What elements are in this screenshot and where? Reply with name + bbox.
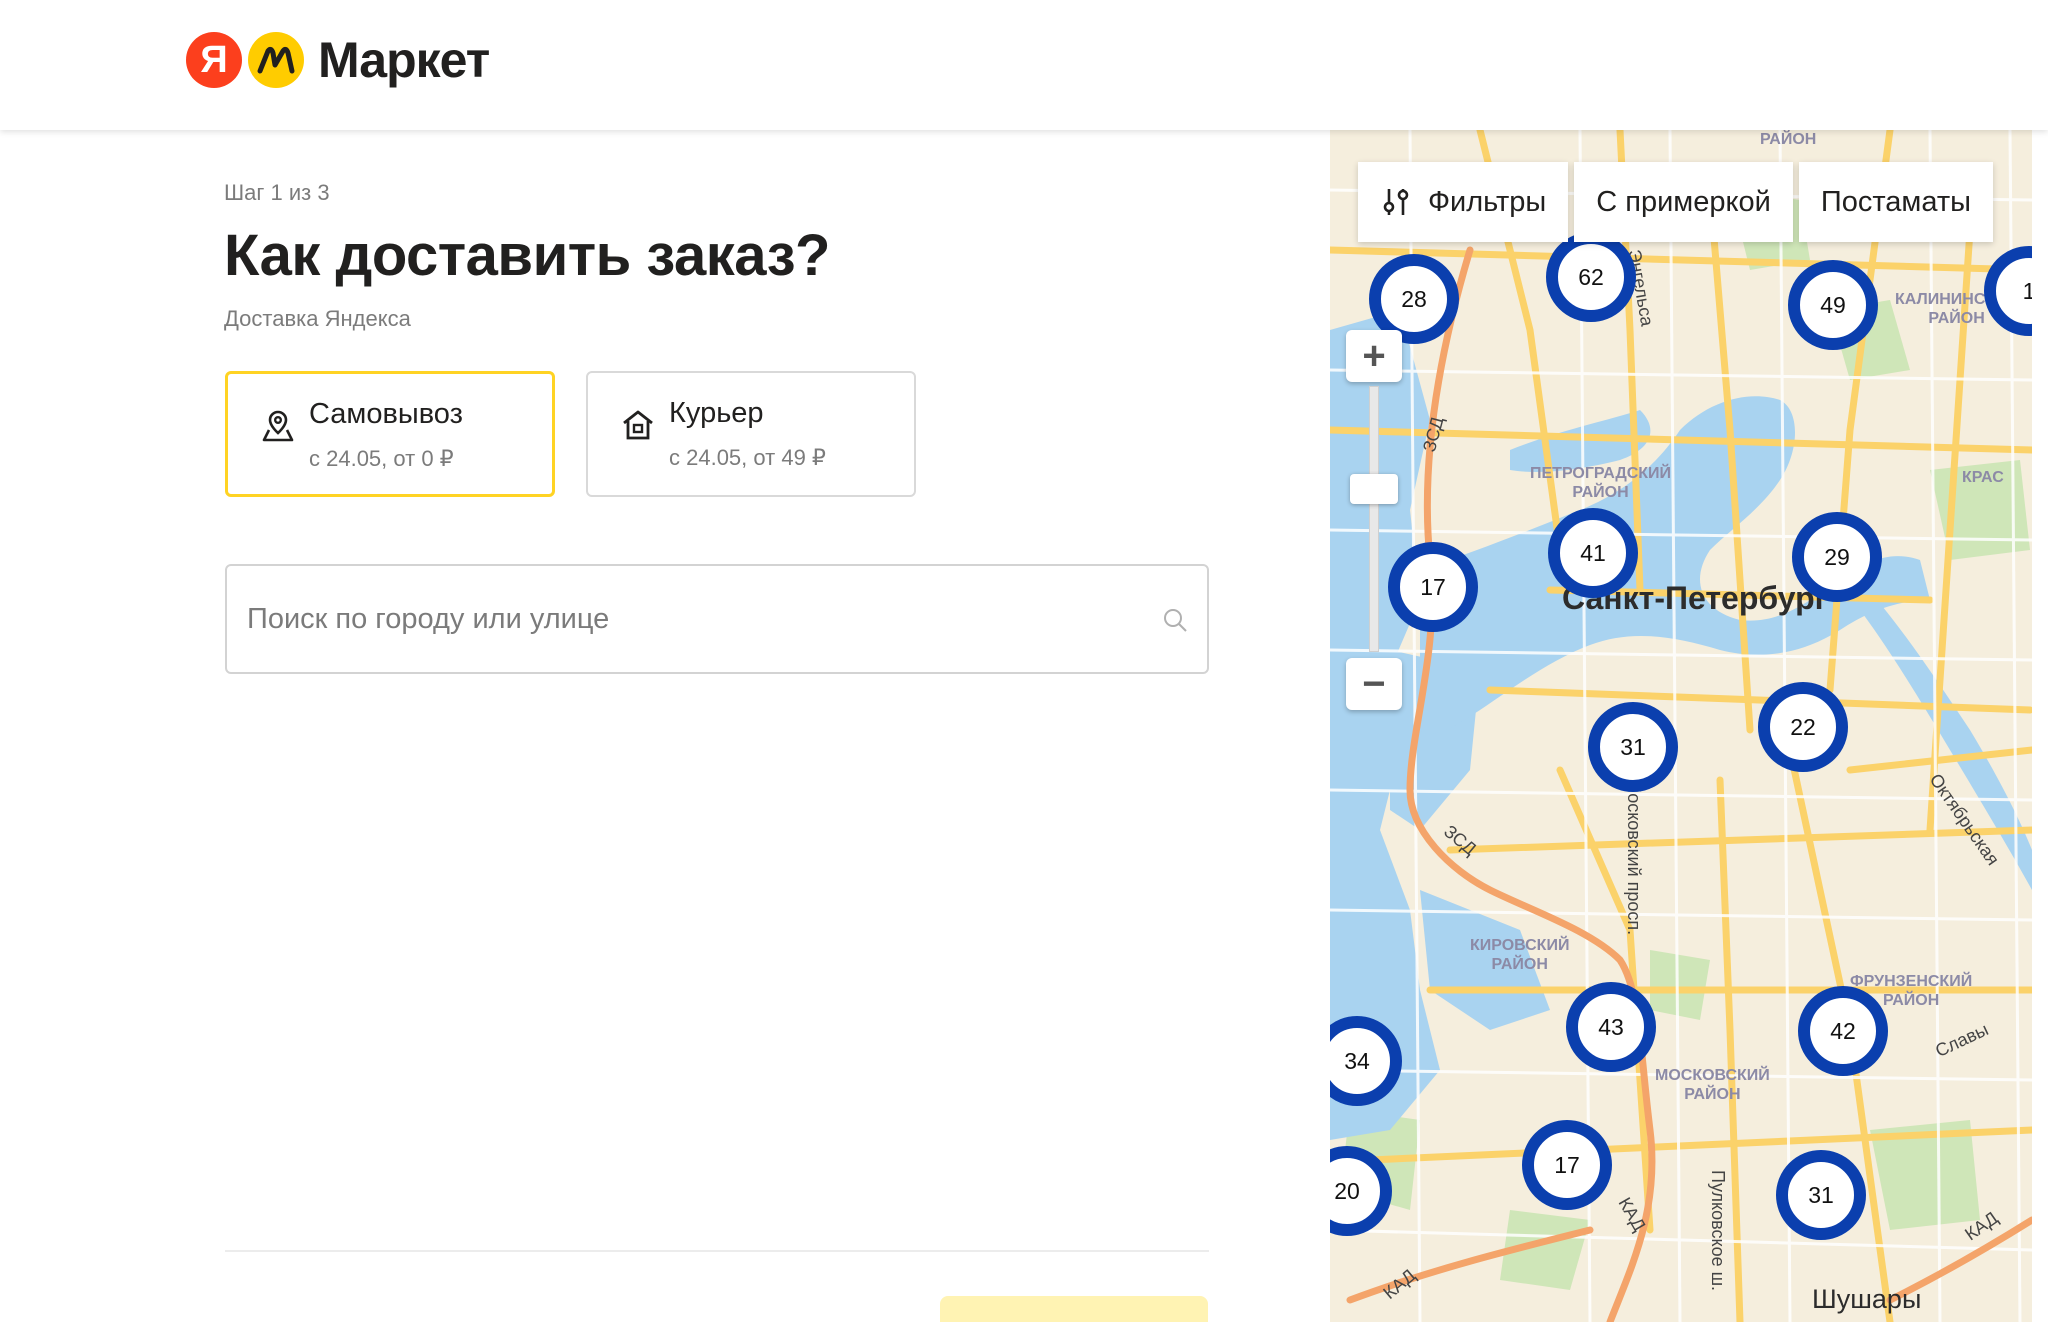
fitting-chip-label: С примеркой xyxy=(1596,185,1771,218)
pickup-option-title: Самовывоз xyxy=(309,398,463,430)
pickup-point-icon xyxy=(262,410,294,442)
address-search-box xyxy=(225,564,1209,674)
filters-chip[interactable]: Фильтры xyxy=(1358,162,1569,242)
search-icon[interactable] xyxy=(1161,606,1189,634)
pickup-cluster[interactable]: 62 xyxy=(1546,232,1636,322)
divider xyxy=(225,1250,1209,1252)
header: Я Маркет xyxy=(0,0,2048,130)
pickup-option-sub: с 24.05, от 0 ₽ xyxy=(309,446,454,471)
pickup-cluster[interactable]: 49 xyxy=(1788,260,1878,350)
map[interactable]: РАЙОН ПЕТРОГРАДСКИЙ РАЙОН КАЛИНИНСКИЙ РА… xyxy=(1330,130,2032,1322)
pickup-cluster[interactable]: 29 xyxy=(1792,512,1882,602)
address-search-input[interactable] xyxy=(247,594,1127,644)
map-label-krasnogvard: КРАС xyxy=(1962,469,2004,486)
map-label-rayon-top: РАЙОН xyxy=(1760,131,1817,148)
step-indicator: Шаг 1 из 3 xyxy=(224,180,330,205)
yandex-logo-icon: Я xyxy=(186,32,242,88)
courier-option[interactable]: Курьер с 24.05, от 49 ₽ xyxy=(586,371,916,497)
house-icon xyxy=(623,410,653,440)
zoom-slider-track[interactable] xyxy=(1369,386,1379,652)
map-label-petrogradsky: ПЕТРОГРАДСКИЙ РАЙОН xyxy=(1530,465,1672,501)
courier-option-title: Курьер xyxy=(669,397,764,429)
pickup-cluster[interactable]: 22 xyxy=(1758,682,1848,772)
map-label-moskovsky: МОСКОВСКИЙ РАЙОН xyxy=(1655,1067,1770,1103)
zoom-in-button[interactable]: + xyxy=(1346,330,1402,382)
pickup-cluster[interactable]: 41 xyxy=(1548,508,1638,598)
zoom-out-button[interactable]: − xyxy=(1346,658,1402,710)
zoom-slider-handle[interactable] xyxy=(1350,474,1398,504)
road-label-moskovsky-prosp: Московский просп. xyxy=(1624,778,1644,936)
market-logo-icon xyxy=(248,32,304,88)
zoom-control: + − xyxy=(1346,330,1402,710)
road-label-pulkovskoe: Пулковское ш. xyxy=(1708,1170,1728,1292)
postamats-chip-label: Постаматы xyxy=(1820,185,1971,218)
map-filter-bar: Фильтры С примеркой Постаматы xyxy=(1358,162,1993,242)
map-label-shushary: Шушары xyxy=(1812,1284,1922,1314)
pickup-option[interactable]: Самовывоз с 24.05, от 0 ₽ xyxy=(225,371,555,497)
map-label-kirovsky: КИРОВСКИЙ РАЙОН xyxy=(1470,937,1570,973)
courier-option-sub: с 24.05, от 49 ₽ xyxy=(669,445,826,470)
filters-chip-label: Фильтры xyxy=(1428,185,1547,218)
page-subtitle: Доставка Яндекса xyxy=(224,306,411,331)
pickup-cluster[interactable]: 31 xyxy=(1776,1150,1866,1240)
pickup-cluster[interactable]: 43 xyxy=(1566,982,1656,1072)
page-title: Как доставить заказ? xyxy=(224,223,830,288)
pickup-cluster[interactable]: 31 xyxy=(1588,702,1678,792)
yandex-market-logo[interactable]: Я Маркет xyxy=(186,32,490,88)
fitting-chip[interactable]: С примеркой xyxy=(1574,162,1793,242)
postamats-chip[interactable]: Постаматы xyxy=(1798,162,1993,242)
continue-button[interactable] xyxy=(940,1296,1208,1322)
logo-text: Маркет xyxy=(318,32,490,88)
filters-icon xyxy=(1383,189,1409,215)
pickup-cluster[interactable]: 17 xyxy=(1522,1120,1612,1210)
pickup-cluster[interactable]: 42 xyxy=(1798,986,1888,1076)
